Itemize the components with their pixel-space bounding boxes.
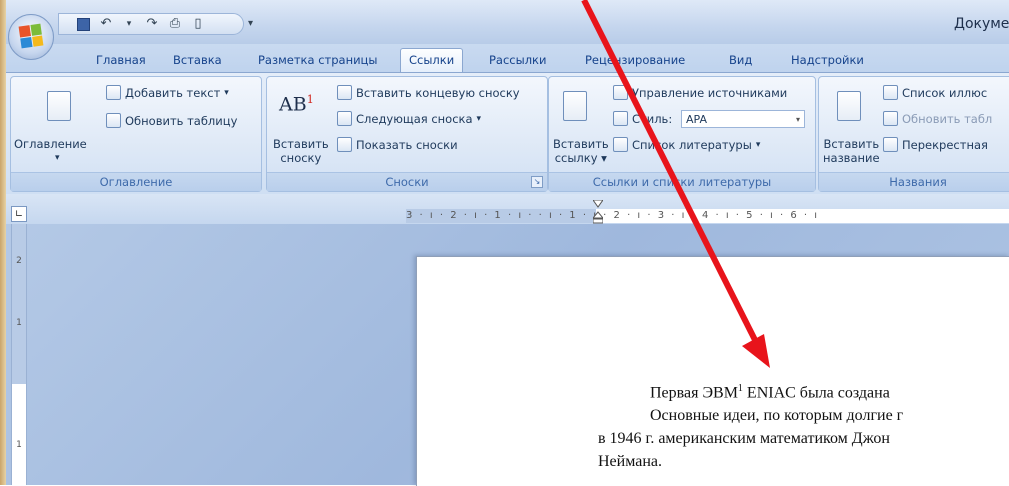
indent-marker-icon[interactable]: [593, 200, 603, 224]
insert-footnote-icon: AB1: [279, 93, 314, 116]
tab-selector-icon[interactable]: ∟: [11, 206, 27, 222]
quick-access-toolbar: ↶ ▾ ↷ ⎙ ▯: [58, 13, 244, 35]
insert-caption-label-2: название: [823, 151, 880, 165]
add-text-dropdown-icon: ▾: [224, 87, 229, 98]
next-footnote-label: Следующая сноска: [356, 111, 473, 126]
group-footnotes: AB1 Вставить сноску Вставить концевую сн…: [266, 76, 548, 192]
list-of-figures-button[interactable]: Список иллюс: [883, 85, 987, 100]
insert-endnote-label: Вставить концевую сноску: [356, 85, 520, 100]
bibliography-label: Список литературы: [632, 137, 752, 152]
insert-citation-button[interactable]: Вставить ссылку ▾: [553, 137, 609, 165]
tab-insert[interactable]: Вставка: [165, 49, 230, 71]
insert-citation-icon: [563, 91, 587, 121]
style-label-text: Стиль:: [632, 111, 673, 126]
add-text-label: Добавить текст: [125, 85, 221, 100]
list-of-figures-icon: [883, 85, 898, 100]
paragraph-line-3: в 1946 г. американским математиком Джон: [598, 430, 890, 447]
print-icon[interactable]: ⎙: [168, 17, 182, 31]
vruler-mark: 2: [16, 256, 22, 266]
footnotes-dialog-launcher-icon[interactable]: ↘: [531, 176, 543, 188]
insert-footnote-label-2: сноску: [280, 151, 322, 165]
bibliography-dropdown-icon: ▾: [755, 139, 761, 150]
paragraph-line-4: Неймана.: [598, 453, 662, 470]
show-notes-icon: [337, 137, 352, 152]
list-of-figures-label: Список иллюс: [902, 85, 988, 100]
cross-reference-button[interactable]: Перекрестная: [883, 137, 988, 152]
next-footnote-button[interactable]: Следующая сноска ▾: [337, 111, 481, 126]
ribbon: Оглавление ▾ Добавить текст ▾ Обновить т…: [6, 72, 1009, 195]
tab-home[interactable]: Главная: [88, 49, 154, 71]
paragraph-line-2: Основные идеи, по которым долгие г: [650, 407, 904, 424]
new-document-icon[interactable]: ▯: [191, 17, 205, 31]
group-toc: Оглавление ▾ Добавить текст ▾ Обновить т…: [10, 76, 262, 192]
update-figures-table-icon: [883, 111, 898, 126]
insert-endnote-icon: [337, 85, 352, 100]
undo-icon[interactable]: ↶: [99, 17, 113, 31]
text-first-computer: Первая ЭВМ: [650, 384, 738, 402]
vruler-mark: 1: [16, 440, 22, 450]
horizontal-ruler[interactable]: 3 · ı · 2 · ı · 1 · ı · · ı · 1 · ı · 2 …: [406, 209, 1009, 223]
vruler-mark: 1: [16, 318, 22, 328]
style-select[interactable]: APA ▾: [681, 110, 805, 128]
manage-sources-button[interactable]: Управление источниками: [613, 85, 787, 100]
show-notes-label: Показать сноски: [356, 137, 458, 152]
customize-qat-icon[interactable]: ▾: [248, 18, 253, 29]
manage-sources-icon: [613, 85, 628, 100]
group-title-citations: Ссылки и списки литературы: [549, 172, 815, 191]
group-title-toc: Оглавление: [11, 172, 261, 191]
insert-endnote-button[interactable]: Вставить концевую сноску: [337, 85, 520, 100]
undo-dropdown-icon[interactable]: ▾: [122, 17, 136, 31]
tab-review[interactable]: Рецензирование: [577, 49, 693, 71]
manage-sources-label: Управление источниками: [632, 85, 788, 100]
window-title: Докуме: [954, 16, 1009, 32]
add-text-icon: [106, 85, 121, 100]
office-logo-icon: [18, 23, 44, 49]
toc-icon: [47, 91, 71, 121]
add-text-button[interactable]: Добавить текст ▾: [106, 85, 229, 100]
next-footnote-icon: [337, 111, 352, 126]
text-eniac: ENIAC была создана: [742, 384, 890, 402]
group-title-captions: Названия: [819, 172, 1009, 191]
paragraph-line-1: Первая ЭВМ1 ENIAC была создана: [650, 383, 890, 402]
update-table-icon: [106, 113, 121, 128]
insert-caption-icon: [837, 91, 861, 121]
style-icon: [613, 111, 628, 126]
update-figures-table-label: Обновить табл: [902, 111, 993, 126]
toc-dropdown-icon[interactable]: ▾: [55, 151, 60, 165]
style-dropdown-icon: ▾: [795, 115, 800, 124]
update-figures-table-button[interactable]: Обновить табл: [883, 111, 992, 126]
group-captions: Вставить название Список иллюс Обновить …: [818, 76, 1009, 192]
document-page[interactable]: Первая ЭВМ1 ENIAC была создана Основные …: [416, 256, 1009, 486]
bibliography-button[interactable]: Список литературы ▾: [613, 137, 760, 152]
insert-footnote-button[interactable]: Вставить сноску: [273, 137, 329, 165]
tab-view[interactable]: Вид: [721, 49, 760, 71]
group-citations: Вставить ссылку ▾ Управление источниками…: [548, 76, 816, 192]
style-label: Стиль:: [613, 111, 672, 126]
show-notes-button[interactable]: Показать сноски: [337, 137, 458, 152]
insert-citation-label-2: ссылку ▾: [554, 151, 607, 165]
redo-icon[interactable]: ↷: [145, 17, 159, 31]
cross-reference-icon: [883, 137, 898, 152]
insert-citation-label-1: Вставить: [553, 137, 609, 151]
update-table-button[interactable]: Обновить таблицу: [106, 113, 237, 128]
next-footnote-dropdown-icon: ▾: [476, 113, 482, 124]
tab-mailings[interactable]: Рассылки: [481, 49, 554, 71]
group-title-footnotes: Сноски: [267, 172, 547, 191]
style-value: APA: [686, 113, 707, 126]
insert-caption-label-1: Вставить: [823, 137, 880, 151]
tab-references[interactable]: Ссылки: [400, 48, 464, 73]
cross-reference-label: Перекрестная: [902, 137, 988, 152]
save-icon[interactable]: [77, 17, 90, 31]
bibliography-icon: [613, 137, 628, 152]
office-button[interactable]: [8, 14, 54, 60]
tab-addins[interactable]: Надстройки: [783, 49, 872, 71]
insert-footnote-label-1: Вставить: [273, 137, 329, 151]
toc-button[interactable]: Оглавление: [14, 137, 87, 151]
ribbon-tabs: Главная Вставка Разметка страницы Ссылки…: [6, 44, 1009, 73]
insert-caption-button[interactable]: Вставить название: [823, 137, 880, 165]
vertical-ruler[interactable]: 2 1 1: [11, 224, 27, 485]
tab-page-layout[interactable]: Разметка страницы: [250, 49, 385, 71]
update-table-label: Обновить таблицу: [125, 113, 238, 128]
